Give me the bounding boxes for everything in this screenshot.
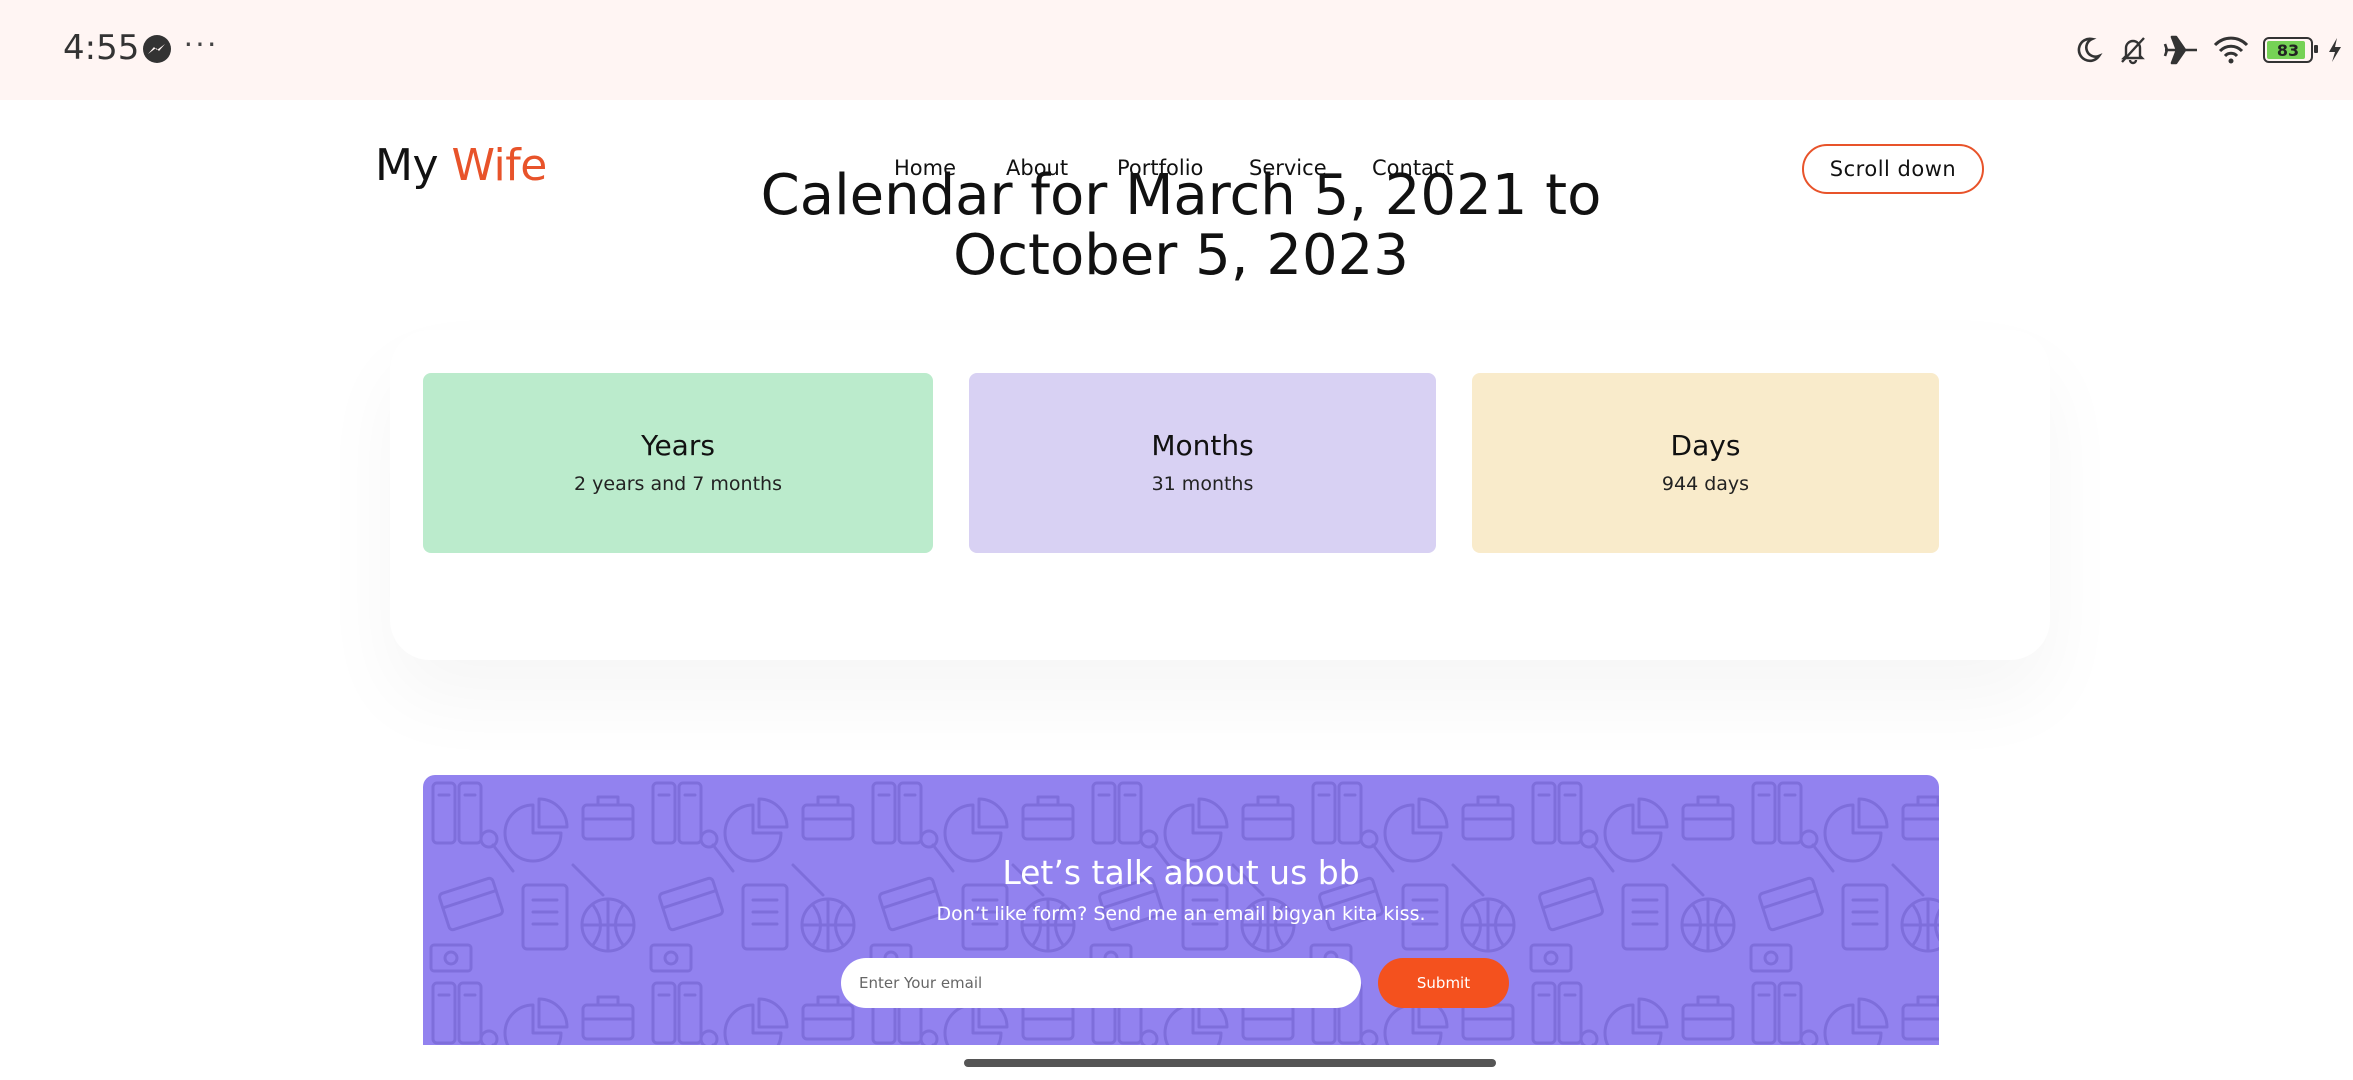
card-days-value: 944 days (1661, 473, 1750, 495)
email-input[interactable] (841, 958, 1361, 1008)
card-years-value: 2 years and 7 months (574, 473, 782, 495)
home-indicator[interactable] (964, 1059, 1496, 1067)
card-days-title: Days (1670, 429, 1741, 462)
status-bar: 4:55 ··· 83 (0, 0, 2353, 100)
card-years-title: Years (641, 429, 715, 462)
airplane-icon (2163, 34, 2199, 66)
card-days: Days 944 days (1472, 373, 1939, 553)
page-title: Calendar for March 5, 2021 to October 5,… (760, 163, 1602, 288)
card-months: Months 31 months (969, 373, 1436, 553)
messenger-icon (143, 35, 171, 63)
battery-level: 83 (2276, 40, 2300, 60)
newsletter-subtext: Don’t like form? Send me an email bigyan… (936, 903, 1426, 925)
status-icons: 83 (2073, 30, 2343, 70)
charging-icon (2327, 37, 2343, 63)
card-months-title: Months (1151, 429, 1254, 462)
scroll-down-button[interactable]: Scroll down (1802, 144, 1984, 194)
bell-off-icon (2117, 34, 2149, 66)
newsletter-heading: Let’s talk about us bb (1002, 853, 1360, 892)
card-months-value: 31 months (1151, 473, 1254, 495)
more-notifications-icon: ··· (183, 24, 218, 60)
submit-button[interactable]: Submit (1378, 958, 1509, 1008)
card-years: Years 2 years and 7 months (423, 373, 933, 553)
moon-icon (2073, 35, 2103, 65)
wifi-icon (2213, 35, 2249, 65)
battery-icon: 83 (2263, 37, 2318, 63)
newsletter-section: Let’s talk about us bb Don’t like form? … (423, 775, 1939, 1045)
status-time: 4:55 (63, 28, 140, 68)
